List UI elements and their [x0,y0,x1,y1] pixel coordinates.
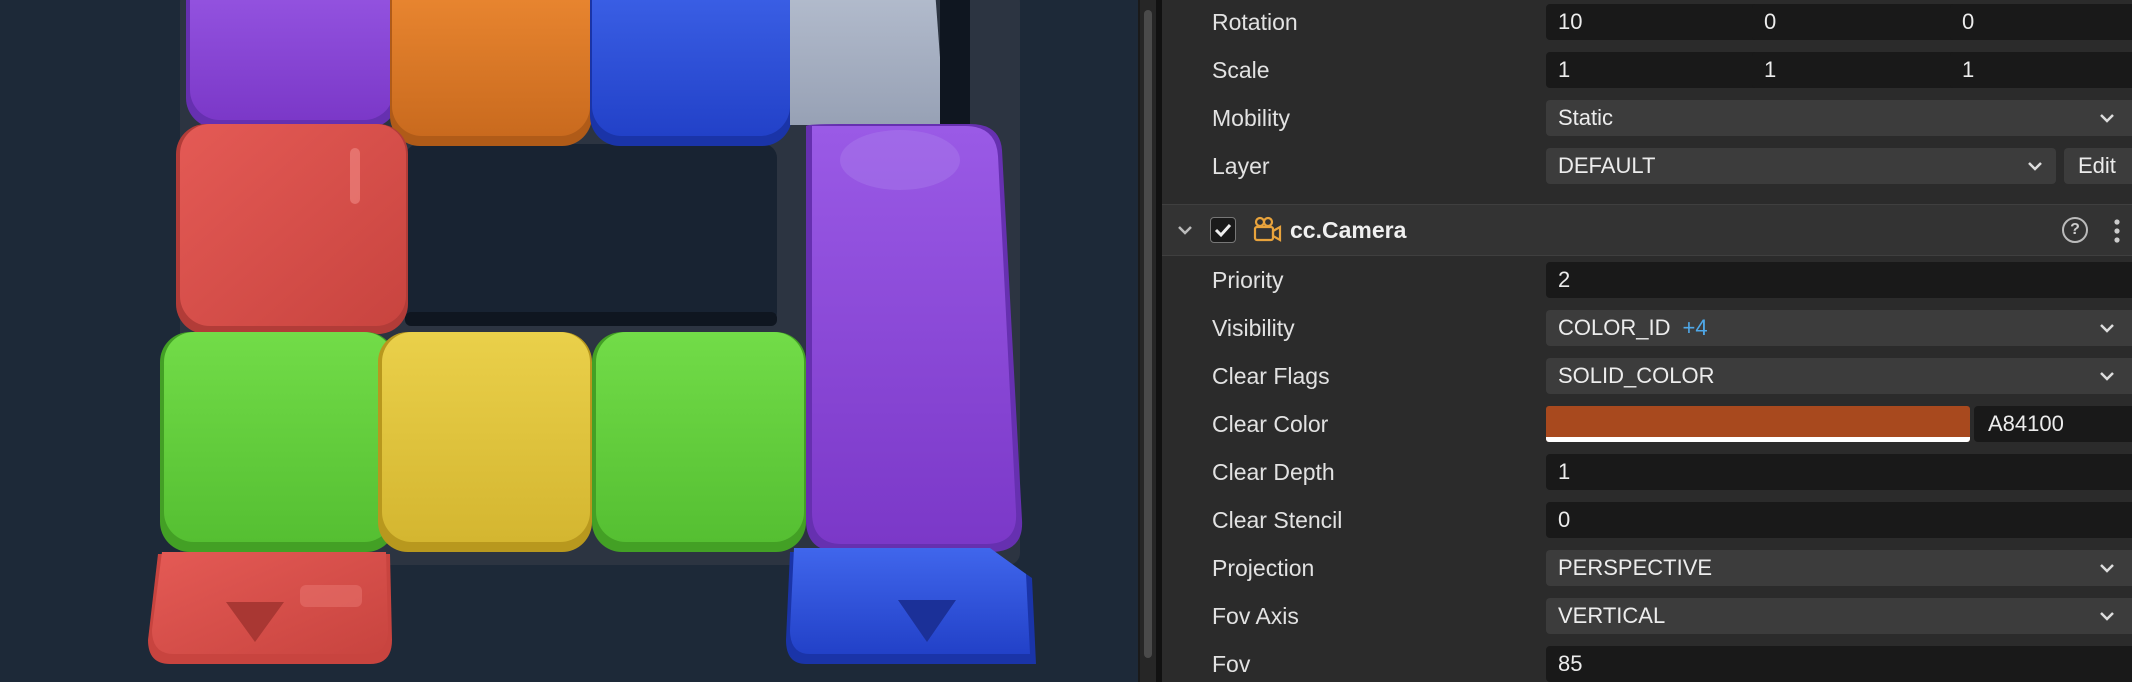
priority-row: Priority 2 [1162,256,2132,304]
green-block-left [160,332,396,552]
alpha-bar [1546,437,1970,442]
gray-block-top [790,0,970,125]
board-hole [405,144,777,326]
component-name: cc.Camera [1290,217,1407,243]
layer-select[interactable]: DEFAULT [1546,148,2056,184]
mobility-label: Mobility [1212,105,1290,131]
clear-flags-label: Clear Flags [1212,363,1330,389]
chevron-down-icon [2100,564,2114,573]
chevron-down-icon [2028,162,2042,171]
help-icon[interactable]: ? [2062,217,2088,243]
visibility-value: COLOR_ID [1558,315,1671,340]
rotation-label: Rotation [1212,9,1298,35]
layer-value: DEFAULT [1558,153,1656,178]
scale-z-input[interactable]: 1 Z [1950,52,2132,88]
visibility-label: Visibility [1212,315,1295,341]
scale-x-value: 1 [1558,57,1571,82]
mobility-value: Static [1558,105,1614,130]
checkmark-icon [1214,223,1232,238]
inspector-panel: Rotation 10 X 0 Y 0 Z Scale 1 X 1 Y 1 Z [1162,0,2132,682]
scene-canvas [148,0,1036,664]
scale-y-value: 1 [1764,57,1777,82]
red-exit-block [148,552,392,664]
projection-row: Projection PERSPECTIVE [1162,544,2132,592]
layer-row: Layer DEFAULT Edit [1162,142,2132,190]
clear-color-swatch[interactable] [1546,406,1970,442]
component-enabled-checkbox[interactable] [1210,217,1236,243]
blue-exit-block [786,548,1036,664]
fov-axis-select[interactable]: VERTICAL [1546,598,2132,634]
clear-stencil-label: Clear Stencil [1212,507,1343,533]
clear-color-hex-input[interactable]: A84100 [1974,406,2132,442]
clear-stencil-value: 0 [1558,507,1571,532]
chevron-down-icon [2100,612,2114,621]
scale-z-value: 1 [1962,57,1975,82]
layer-label: Layer [1212,153,1270,179]
projection-select[interactable]: PERSPECTIVE [1546,550,2132,586]
purple-block-tall [806,124,1023,552]
priority-label: Priority [1212,267,1284,293]
clear-depth-value: 1 [1558,459,1571,484]
camera-icon [1253,216,1282,242]
rotation-z-value: 0 [1962,9,1975,34]
clear-color-row: Clear Color A84100 [1162,400,2132,448]
collapse-chevron-icon[interactable] [1174,219,1196,241]
fov-axis-row: Fov Axis VERTICAL [1162,592,2132,640]
projection-value: PERSPECTIVE [1558,555,1713,580]
orange-block-top [390,0,592,146]
fov-label: Fov [1212,651,1251,677]
clear-flags-row: Clear Flags SOLID_COLOR [1162,352,2132,400]
green-block-right [592,332,806,552]
priority-value: 2 [1558,267,1571,292]
scale-row: Scale 1 X 1 Y 1 Z [1162,46,2132,94]
clear-stencil-input[interactable]: 0 [1546,502,2132,538]
yellow-block [378,332,592,552]
purple-block-top [186,0,398,128]
clear-depth-row: Clear Depth 1 [1162,448,2132,496]
fov-value: 85 [1558,651,1583,676]
rotation-row: Rotation 10 X 0 Y 0 Z [1162,0,2132,46]
camera-component-header[interactable]: cc.Camera ? [1162,204,2132,256]
chevron-down-icon [2100,114,2114,123]
scrollbar-thumb[interactable] [1144,10,1152,658]
clear-color-hex-value: A84100 [1988,411,2064,436]
clear-stencil-row: Clear Stencil 0 [1162,496,2132,544]
clear-flags-value: SOLID_COLOR [1558,363,1715,388]
priority-input[interactable]: 2 [1546,262,2132,298]
more-options-icon[interactable] [2112,217,2122,245]
fov-axis-label: Fov Axis [1212,603,1299,629]
rotation-y-value: 0 [1764,9,1777,34]
layer-edit-button[interactable]: Edit [2064,148,2132,184]
scale-label: Scale [1212,57,1270,83]
clear-depth-input[interactable]: 1 [1546,454,2132,490]
projection-label: Projection [1212,555,1315,581]
clear-color-label: Clear Color [1212,411,1329,437]
viewport-scrollbar[interactable] [1140,0,1156,682]
scene-viewport[interactable] [0,0,1138,682]
chevron-down-icon [2100,324,2114,333]
red-block [176,124,408,334]
mobility-select[interactable]: Static [1546,100,2132,136]
visibility-extra-count: +4 [1682,315,1708,340]
mobility-row: Mobility Static [1162,94,2132,142]
rotation-x-value: 10 [1558,9,1583,34]
rotation-z-input[interactable]: 0 Z [1950,4,2132,40]
visibility-row: Visibility COLOR_ID +4 [1162,304,2132,352]
fov-row: Fov 85 [1162,640,2132,682]
chevron-down-icon [2100,372,2114,381]
visibility-select[interactable]: COLOR_ID +4 [1546,310,2132,346]
clear-flags-select[interactable]: SOLID_COLOR [1546,358,2132,394]
clear-depth-label: Clear Depth [1212,459,1335,485]
fov-input[interactable]: 85 [1546,646,2132,682]
blue-block-top [590,0,792,146]
fov-axis-value: VERTICAL [1558,603,1666,628]
